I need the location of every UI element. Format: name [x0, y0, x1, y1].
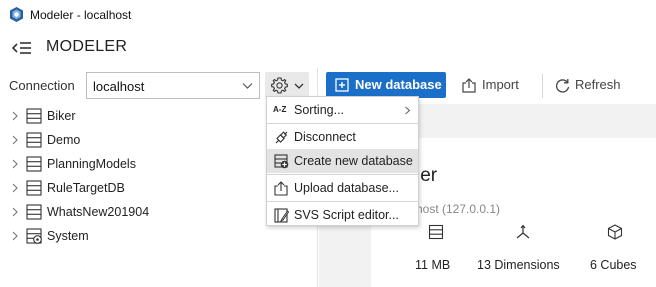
stat-cubes: 6 Cubes	[590, 222, 640, 282]
disconnect-icon	[275, 131, 288, 144]
collapse-menu-icon[interactable]	[12, 41, 32, 55]
tree-item-label: WhatsNew201904	[47, 205, 150, 219]
upload-icon	[274, 181, 288, 196]
gear-icon	[271, 77, 288, 94]
menu-item-disconnect[interactable]: Disconnect	[267, 125, 418, 149]
tree-item-label: RuleTargetDB	[47, 181, 125, 195]
refresh-icon	[555, 79, 570, 93]
system-database-icon	[26, 228, 42, 244]
page-title: MODELER	[46, 38, 128, 55]
menu-item-label: Create new database	[294, 154, 413, 168]
tree-item-system[interactable]: System	[0, 224, 318, 248]
tree-item-label: Biker	[47, 109, 76, 123]
database-icon	[26, 180, 42, 196]
connection-value: localhost	[93, 79, 145, 94]
refresh-label: Refresh	[575, 77, 621, 92]
menu-item-upload-database[interactable]: Upload database...	[267, 176, 418, 200]
dimensions-icon	[516, 224, 530, 239]
chevron-right-icon[interactable]	[11, 231, 19, 241]
menu-divider	[267, 123, 418, 124]
menu-item-sorting[interactable]: A-Z Sorting...	[267, 98, 418, 122]
toolbar-divider	[542, 74, 543, 98]
chevron-right-icon[interactable]	[11, 159, 19, 169]
new-database-label: New database	[355, 77, 442, 92]
menu-divider	[267, 201, 418, 202]
chevron-right-icon	[405, 106, 411, 115]
cube-icon	[607, 224, 623, 240]
database-icon	[428, 224, 444, 240]
database-icon	[26, 132, 42, 148]
new-database-button[interactable]: New database	[326, 72, 446, 98]
database-icon	[26, 204, 42, 220]
stat-size-label: 11 MB	[415, 258, 451, 272]
sort-az-icon: A-Z	[273, 105, 287, 114]
chevron-down-icon	[242, 83, 253, 89]
chevron-right-icon[interactable]	[11, 183, 19, 193]
add-database-icon	[274, 154, 289, 169]
menu-item-label: Sorting...	[294, 103, 345, 117]
tree-item-label: PlanningModels	[47, 157, 136, 171]
connection-label: Connection	[9, 78, 75, 93]
chevron-right-icon[interactable]	[11, 111, 19, 121]
refresh-button[interactable]: Refresh	[552, 72, 642, 98]
tree-item-label: System	[47, 229, 89, 243]
settings-menu-button[interactable]	[265, 72, 309, 99]
menu-item-label: SVS Script editor...	[294, 208, 399, 222]
menu-item-label: Upload database...	[294, 181, 399, 195]
chevron-right-icon[interactable]	[11, 135, 19, 145]
app-logo-icon	[10, 7, 23, 22]
menu-divider	[267, 174, 418, 175]
menu-item-label: Disconnect	[294, 130, 356, 144]
stat-dimensions: 13 Dimensions	[477, 222, 569, 282]
card-host: host (127.0.0.1)	[416, 202, 501, 216]
chevron-down-icon	[294, 83, 304, 89]
import-button[interactable]: Import	[458, 72, 538, 98]
window-titlebar: Modeler - localhost	[0, 0, 656, 30]
import-icon	[462, 78, 476, 93]
window-title: Modeler - localhost	[30, 8, 132, 22]
add-box-icon	[335, 78, 349, 92]
menu-item-create-new-database[interactable]: Create new database	[267, 149, 418, 173]
app-header: MODELER	[0, 32, 656, 66]
stat-size: 11 MB	[415, 222, 457, 282]
stat-dimensions-label: 13 Dimensions	[477, 258, 560, 272]
chevron-right-icon[interactable]	[11, 207, 19, 217]
stat-cubes-label: 6 Cubes	[590, 258, 637, 272]
tree-item-label: Demo	[47, 133, 81, 147]
import-label: Import	[482, 77, 519, 92]
script-editor-icon	[274, 208, 289, 223]
card-title: ler	[416, 165, 438, 186]
database-icon	[26, 156, 42, 172]
connection-select[interactable]: localhost	[86, 72, 260, 99]
menu-item-svs-script-editor[interactable]: SVS Script editor...	[267, 203, 418, 227]
database-icon	[26, 108, 42, 124]
settings-dropdown-menu: A-Z Sorting... Disconnect Create new dat…	[266, 96, 419, 226]
